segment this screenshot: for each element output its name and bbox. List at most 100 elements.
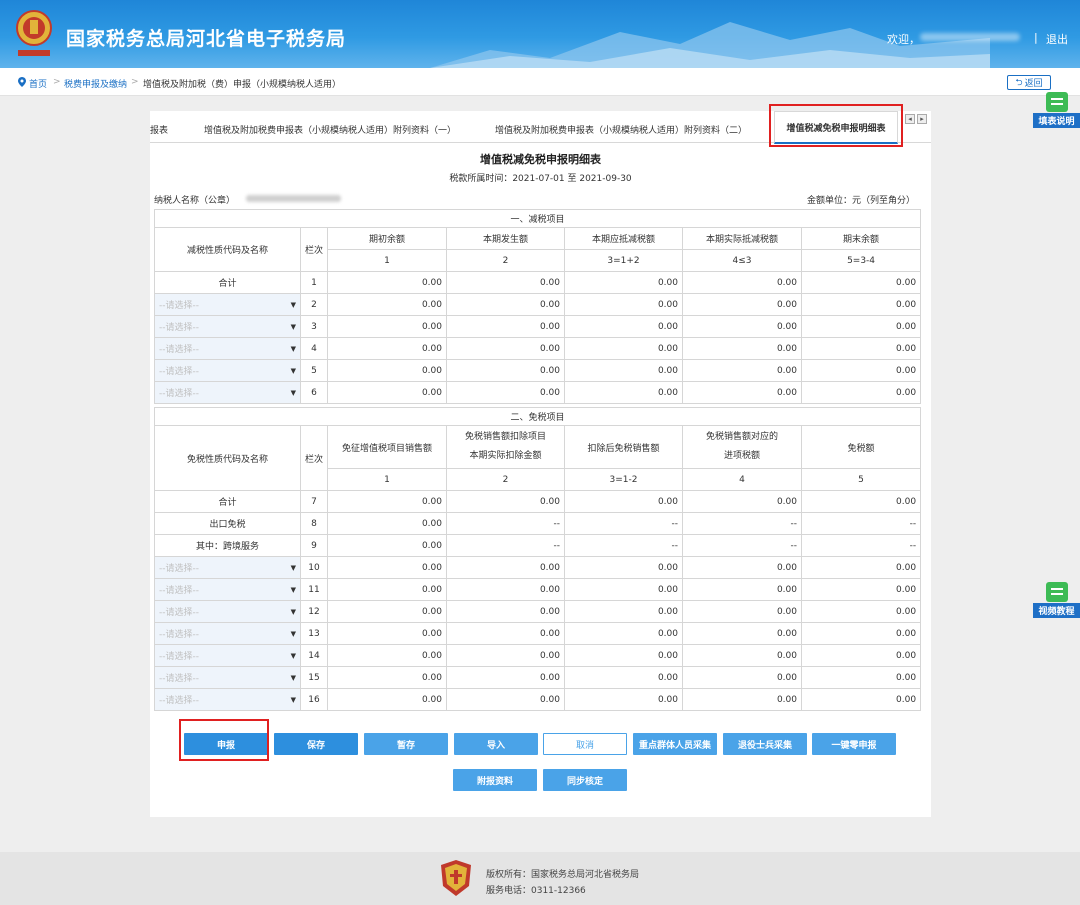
tab-scroll-right-icon[interactable]: ▸ [917,114,927,124]
nature-code-select[interactable]: --请选择-- ▼ [154,644,301,667]
column-number: 2 [446,468,565,491]
nature-code-select[interactable]: --请选择-- ▼ [154,315,301,338]
zero-declare-button[interactable]: 一键零申报 [812,733,896,755]
cell-value: 0.00 [446,644,565,667]
video-tutorial-tool[interactable]: 视频教程 [1033,582,1080,618]
taxpayer-name-redacted [246,195,341,202]
chevron-down-icon: ▼ [290,322,296,331]
cell-value: 0.00 [682,600,802,623]
cell-value: 0.00 [327,556,447,579]
save-button[interactable]: 保存 [274,733,358,755]
table-row: --请选择-- ▼ 4 0.00 0.00 0.00 0.00 0.00 [154,337,922,360]
cell-value: 0.00 [327,490,447,513]
column-number: 2 [446,249,565,272]
select-placeholder: --请选择-- [159,674,199,684]
row-name: 合计 [154,490,301,513]
reduction-section-title: 一、减税项目 [153,209,922,228]
sync-check-button[interactable]: 同步核定 [543,769,627,791]
tab-attachment-1[interactable]: 增值税及附加税费申报表（小规模纳税人适用）附列资料（一） [204,123,456,136]
cell-value: 0.00 [800,666,922,689]
row-number: 9 [300,534,328,557]
return-arrow-icon: ⮌ [1015,77,1023,88]
cell-value: 0.00 [446,688,565,711]
cell-value: 0.00 [682,688,802,711]
cell-value: 0.00 [682,578,802,601]
nature-code-select[interactable]: --请选择-- ▼ [154,556,301,579]
select-placeholder: --请选择-- [159,608,199,618]
nature-code-select[interactable]: --请选择-- ▼ [154,337,301,360]
cell-value: -- [682,534,802,557]
cell-value: 0.00 [564,688,683,711]
nature-code-select[interactable]: --请选择-- ▼ [154,293,301,316]
logout-link[interactable]: 退出 [1046,31,1068,47]
cell-value: -- [564,512,683,535]
nature-code-select[interactable]: --请选择-- ▼ [154,359,301,382]
chevron-down-icon: ▼ [290,651,296,660]
tab-scroll-left-icon[interactable]: ◂ [905,114,915,124]
cell-value: 0.00 [564,359,683,382]
exemption-table: 二、免税项目 免税性质代码及名称 栏次 免征增值税项目销售额 免税销售额扣除项目… [153,407,922,711]
chevron-down-icon: ▼ [290,563,296,572]
cell-value: 0.00 [800,490,922,513]
nature-code-select[interactable]: --请选择-- ▼ [154,666,301,689]
row-number: 7 [300,490,328,513]
username-redacted [920,33,1020,41]
cell-value: -- [446,512,565,535]
row-number: 12 [300,600,328,623]
cell-value: 0.00 [564,666,683,689]
back-button[interactable]: ⮌ 返回 [1007,75,1051,90]
table-row: --请选择-- ▼ 5 0.00 0.00 0.00 0.00 0.00 [154,359,922,382]
column-header: 本期应抵减税额 [564,227,683,250]
cancel-button[interactable]: 取消 [543,733,627,755]
nature-code-select[interactable]: --请选择-- ▼ [154,578,301,601]
tab-attachment-2[interactable]: 增值税及附加税费申报表（小规模纳税人适用）附列资料（二） [495,123,747,136]
column-number: 5=3-4 [800,249,922,272]
column-header: 免税销售额对应的 进项税额 [682,425,802,469]
row-name: 出口免税 [154,512,301,535]
column-number: 4≤3 [682,249,802,272]
cell-value: 0.00 [446,381,565,404]
cell-value: 0.00 [564,315,683,338]
column-header: 免征增值税项目销售额 [327,425,447,469]
cell-value: 0.00 [446,337,565,360]
attachments-button[interactable]: 附报资料 [453,769,537,791]
cell-value: 0.00 [327,600,447,623]
column-number: 4 [682,468,802,491]
fill-guide-tool[interactable]: 填表说明 [1033,92,1080,128]
nature-code-select[interactable]: --请选择-- ▼ [154,381,301,404]
row-number-header: 栏次 [300,425,328,491]
cell-value: 0.00 [446,666,565,689]
row-number: 13 [300,622,328,645]
import-button[interactable]: 导入 [454,733,538,755]
tab-scroll-arrows: ◂ ▸ [905,114,927,124]
table-row: 合计 1 0.00 0.00 0.00 0.00 0.00 [154,271,922,294]
breadcrumb-home[interactable]: 首页 [29,77,47,90]
cell-value: 0.00 [327,512,447,535]
temp-save-button[interactable]: 暂存 [364,733,448,755]
table-row: --请选择-- ▼ 11 0.00 0.00 0.00 0.00 0.00 [154,578,922,601]
breadcrumb: 首页 > 税费申报及缴纳 > 增值税及附加税（费）申报（小规模纳税人适用） ⮌ … [0,68,1080,96]
row-number: 10 [300,556,328,579]
column-header: 免税额 [800,425,922,469]
cell-value: 0.00 [800,359,922,382]
nature-code-select[interactable]: --请选择-- ▼ [154,600,301,623]
select-placeholder: --请选择-- [159,564,199,574]
cell-value: 0.00 [800,271,922,294]
cell-value: 0.00 [327,666,447,689]
document-icon [1045,92,1068,112]
row-number: 11 [300,578,328,601]
row-name: 合计 [154,271,301,294]
nature-code-select[interactable]: --请选择-- ▼ [154,688,301,711]
tab-main-report[interactable]: 报表 [150,123,168,136]
select-placeholder: --请选择-- [159,630,199,640]
nature-code-select[interactable]: --请选择-- ▼ [154,622,301,645]
key-groups-collect-button[interactable]: 重点群体人员采集 [633,733,717,755]
exemption-section-title: 二、免税项目 [153,407,922,426]
cell-value: 0.00 [327,271,447,294]
veterans-collect-button[interactable]: 退役士兵采集 [723,733,807,755]
cell-value: 0.00 [564,556,683,579]
breadcrumb-tax-declaration[interactable]: 税费申报及缴纳 [64,77,127,90]
column-header: 期末余额 [800,227,922,250]
select-placeholder: --请选择-- [159,323,199,333]
cell-value: 0.00 [327,644,447,667]
